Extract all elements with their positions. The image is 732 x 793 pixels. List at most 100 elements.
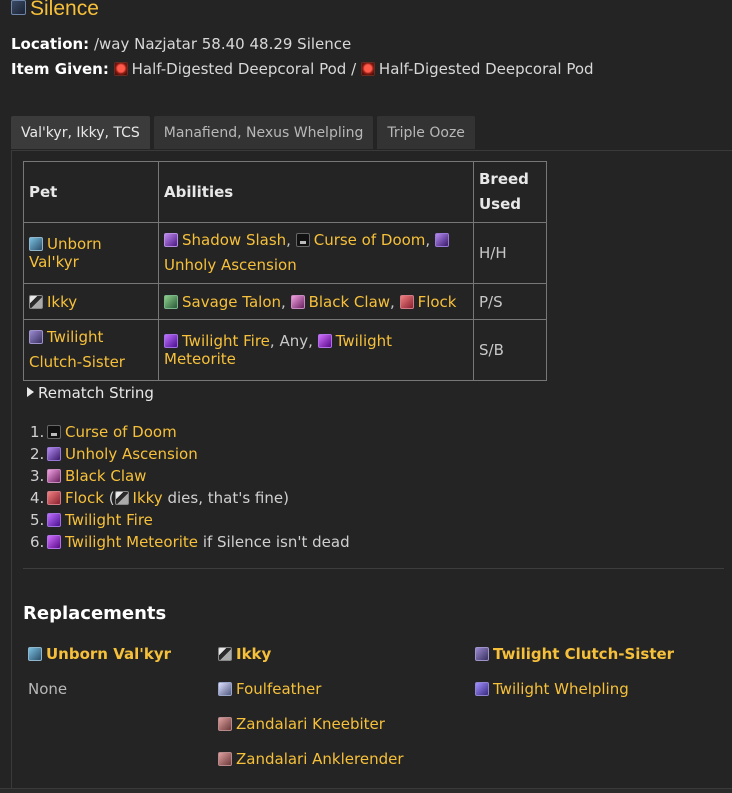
tab-valkyr-ikky-tcs[interactable]: Val'kyr, Ikky, TCS: [11, 116, 150, 149]
step-note: dies, that's fine): [167, 489, 289, 507]
list-item: 1. Curse of Doom: [30, 421, 350, 443]
deepcoral-pod-icon: [360, 62, 375, 76]
pet-link[interactable]: Twilight Clutch-Sister: [493, 645, 674, 663]
step-number: 1.: [30, 423, 45, 441]
pet-cell: Ikky: [23, 283, 159, 320]
location-value[interactable]: /way Nazjatar 58.40 48.29 Silence: [94, 35, 351, 53]
item-link-2[interactable]: Half-Digested Deepcoral Pod: [379, 60, 594, 78]
replacement-column-head: Unborn Val'kyr: [28, 643, 171, 678]
step-number: 2.: [30, 445, 45, 463]
replacement-item: Zandalari Kneebiter: [218, 713, 404, 748]
location-label: Location:: [11, 35, 90, 53]
deepcoral-pod-icon: [113, 62, 128, 76]
ability-link[interactable]: Unholy Ascension: [65, 445, 198, 463]
step-number: 3.: [30, 467, 45, 485]
list-item: 4. Flock ( Ikky dies, that's fine): [30, 487, 350, 509]
ability-link[interactable]: Shadow Slash: [182, 231, 286, 249]
table-row: Twilight Clutch-Sister Twilight Fire, An…: [23, 319, 547, 381]
pet-link[interactable]: Zandalari Anklerender: [236, 750, 404, 768]
ability-link[interactable]: Black Claw: [309, 293, 390, 311]
page-title-text: Silence: [30, 0, 99, 20]
tab-triple-ooze[interactable]: Triple Ooze: [377, 116, 475, 149]
pet-team-table: Pet Abilities Breed Used Unborn Val'kyr …: [23, 161, 547, 381]
rematch-string-label: Rematch String: [38, 384, 154, 402]
list-item: 6. Twilight Meteorite if Silence isn't de…: [30, 531, 350, 553]
step-number: 6.: [30, 533, 45, 551]
ability-link[interactable]: Unholy Ascension: [164, 256, 297, 274]
step-number: 5.: [30, 511, 45, 529]
flock-icon: [399, 294, 414, 309]
curse-of-doom-icon: [47, 425, 61, 439]
column-header-pet: Pet: [23, 161, 159, 223]
list-item: 3. Black Claw: [30, 465, 350, 487]
unborn-valkyr-icon: [28, 647, 42, 661]
ability-link[interactable]: Curse of Doom: [65, 423, 177, 441]
rematch-string-toggle[interactable]: Rematch String: [27, 384, 154, 402]
pet-link[interactable]: Unborn Val'kyr: [46, 645, 171, 663]
abilities-cell: Twilight Fire, Any, Twilight Meteorite: [158, 319, 474, 381]
unborn-valkyr-icon: [29, 237, 43, 251]
tab-manafiend-nexus-whelpling[interactable]: Manafiend, Nexus Whelpling: [153, 116, 374, 149]
list-item: 5. Twilight Fire: [30, 509, 350, 531]
step-number: 4.: [30, 489, 45, 507]
ability-link[interactable]: Twilight Fire: [65, 511, 153, 529]
column-header-abilities: Abilities: [158, 161, 474, 223]
curse-of-doom-icon: [295, 233, 310, 247]
pet-link[interactable]: Twilight Clutch-Sister: [29, 328, 125, 371]
twilight-fire-icon: [164, 334, 178, 348]
pet-link[interactable]: Ikky: [236, 645, 271, 663]
pet-cell: Unborn Val'kyr: [23, 222, 159, 284]
twilight-meteorite-icon: [317, 334, 332, 348]
replacement-item: Twilight Whelpling: [475, 678, 674, 713]
twilight-whelpling-icon: [475, 682, 489, 696]
ability-link[interactable]: Black Claw: [65, 467, 146, 485]
section-divider: [23, 568, 724, 569]
twilight-clutch-sister-icon: [29, 330, 43, 344]
ikky-icon: [114, 491, 129, 505]
pet-link[interactable]: Ikky: [133, 489, 163, 507]
pet-link[interactable]: Ikky: [47, 293, 77, 311]
ability-any: Any: [279, 332, 309, 350]
ability-link[interactable]: Curse of Doom: [314, 231, 426, 249]
foulfeather-icon: [218, 682, 232, 696]
table-header-row: Pet Abilities Breed Used: [23, 161, 547, 223]
breed-cell: H/H: [473, 222, 547, 284]
page-title: Silence: [11, 0, 99, 21]
breed-cell: S/B: [473, 319, 547, 381]
bottom-edge: [0, 788, 732, 793]
item-separator: /: [351, 60, 357, 78]
strategy-steps: 1. Curse of Doom 2. Unholy Ascension 3. Bla…: [30, 421, 350, 553]
abilities-cell: Shadow Slash, Curse of Doom, Unholy Asce…: [158, 222, 474, 284]
unholy-ascension-icon: [434, 233, 449, 247]
team-tabs: Val'kyr, Ikky, TCS Manafiend, Nexus Whel…: [11, 116, 475, 149]
pet-link[interactable]: Foulfeather: [236, 680, 321, 698]
column-header-breed: Breed Used: [473, 161, 547, 223]
ability-link[interactable]: Twilight Meteorite: [65, 533, 198, 551]
pet-link[interactable]: Zandalari Kneebiter: [236, 715, 385, 733]
savage-talon-icon: [164, 294, 178, 309]
pet-cell: Twilight Clutch-Sister: [23, 319, 159, 381]
replacement-item: Zandalari Anklerender: [218, 748, 404, 783]
item-given-label: Item Given:: [11, 60, 109, 78]
ability-link[interactable]: Savage Talon: [182, 293, 281, 311]
disclosure-triangle-icon: [27, 387, 34, 397]
zandalari-anklerender-icon: [218, 752, 232, 766]
black-claw-icon: [290, 294, 305, 309]
pet-link[interactable]: Twilight Whelpling: [493, 680, 629, 698]
replacement-column-head: Twilight Clutch-Sister: [475, 643, 674, 678]
replacements-heading: Replacements: [23, 603, 167, 624]
replacements-column-valkyr: Unborn Val'kyr None: [28, 643, 171, 713]
ikky-icon: [218, 647, 232, 661]
replacement-column-head: Ikky: [218, 643, 404, 678]
twilight-clutch-sister-icon: [475, 647, 489, 661]
location-line: Location: /way Nazjatar 58.40 48.29 Sile…: [11, 35, 351, 53]
zandalari-kneebiter-icon: [218, 717, 232, 731]
step-paren: (: [108, 489, 115, 507]
ability-link[interactable]: Flock: [418, 293, 457, 311]
list-item: 2. Unholy Ascension: [30, 443, 350, 465]
ability-link[interactable]: Twilight Fire: [182, 332, 270, 350]
ability-link[interactable]: Flock: [65, 489, 104, 507]
replacement-none: None: [28, 680, 68, 698]
breed-cell: P/S: [473, 283, 547, 320]
item-link-1[interactable]: Half-Digested Deepcoral Pod: [132, 60, 347, 78]
